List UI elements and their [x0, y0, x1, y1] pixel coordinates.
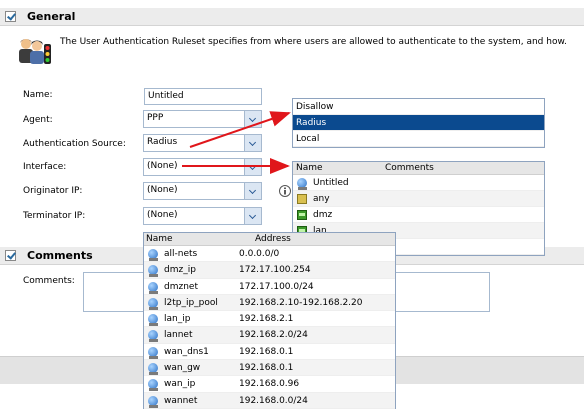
agent-label: Agent: — [23, 115, 53, 125]
address-object-icon — [148, 379, 158, 392]
collapse-check-icon[interactable] — [5, 250, 16, 261]
address-option-l2tp_ip_pool[interactable]: l2tp_ip_pool 192.168.2.10-192.168.2.20 — [144, 294, 395, 312]
column-header-name[interactable]: Name — [146, 233, 173, 246]
chevron-down-icon[interactable] — [244, 135, 261, 151]
auth-source-select[interactable]: Radius — [143, 134, 262, 152]
interface-option-untitled[interactable]: Untitled — [293, 175, 544, 191]
network-interface-icon — [297, 210, 307, 220]
interface-option-label: dmz — [313, 210, 333, 220]
address-object-icon — [148, 363, 158, 376]
general-section-header[interactable]: General — [0, 8, 584, 26]
address-object-icon — [148, 330, 158, 343]
address-option-name: wannet — [164, 395, 198, 406]
agent-select[interactable]: PPP — [143, 110, 262, 128]
address-object-icon — [148, 314, 158, 327]
auth-option-radius[interactable]: Radius — [293, 115, 544, 131]
address-option-wan_gw[interactable]: wan_gw 192.168.0.1 — [144, 360, 395, 377]
auth-source-label: Authentication Source: — [23, 139, 126, 149]
interface-option-any[interactable]: any — [293, 191, 544, 207]
address-option-wan_ip[interactable]: wan_ip 192.168.0.96 — [144, 376, 395, 393]
auth-source-options[interactable]: Disallow Radius Local — [292, 98, 545, 148]
address-option-lan_ip[interactable]: lan_ip 192.168.2.1 — [144, 311, 395, 328]
general-section-title: General — [27, 10, 76, 23]
address-option-name: l2tp_ip_pool — [164, 297, 218, 308]
users-rules-icon — [19, 39, 51, 64]
terminator-ip-label: Terminator IP: — [23, 211, 86, 221]
address-option-name: lan_ip — [164, 314, 191, 325]
auth-option-disallow[interactable]: Disallow — [293, 99, 544, 115]
interface-select[interactable]: (None) — [143, 158, 262, 176]
address-options[interactable]: Name Address all-nets 0.0.0.0/0 dmz_ip 172.… — [143, 232, 396, 409]
comments-label: Comments: — [23, 276, 75, 286]
auth-option-local[interactable]: Local — [293, 131, 544, 147]
address-option-name: all-nets — [164, 249, 198, 259]
name-input[interactable]: Untitled — [144, 88, 262, 105]
address-option-name: dmznet — [164, 281, 198, 292]
address-option-name: wan_dns1 — [164, 346, 209, 357]
address-option-name: wan_ip — [164, 379, 196, 390]
name-label: Name: — [23, 90, 53, 100]
scrollbar-icon[interactable] — [244, 208, 261, 224]
address-option-value: 192.168.0.1 — [239, 346, 294, 357]
originator-ip-value: (None) — [147, 185, 178, 195]
address-option-value: 192.168.2.10-192.168.2.20 — [239, 297, 363, 308]
chevron-down-icon[interactable] — [244, 111, 261, 127]
address-option-value: 192.168.0.1 — [239, 363, 294, 374]
originator-ip-label: Originator IP: — [23, 186, 83, 196]
comments-section-title: Comments — [27, 249, 93, 262]
interface-option-label: Untitled — [313, 178, 349, 188]
address-option-all-nets[interactable]: all-nets 0.0.0.0/0 — [144, 246, 395, 263]
info-icon — [279, 185, 291, 197]
address-option-lannet[interactable]: lannet 192.168.2.0/24 — [144, 327, 395, 344]
address-option-name: lannet — [164, 330, 193, 341]
address-option-value: 192.168.0.0/24 — [239, 395, 308, 406]
originator-ip-select[interactable]: (None) — [143, 182, 262, 200]
chevron-down-icon[interactable] — [244, 183, 261, 199]
address-option-name: wan_gw — [164, 363, 201, 374]
address-option-value: 172.17.100.0/24 — [239, 281, 314, 292]
address-object-icon — [148, 395, 158, 408]
address-object-icon — [148, 346, 158, 359]
address-option-wannet[interactable]: wannet 192.168.0.0/24 — [144, 392, 395, 409]
interface-option-label: any — [313, 194, 330, 204]
column-header-name[interactable]: Name — [296, 162, 323, 175]
terminator-ip-select[interactable]: (None) — [143, 207, 262, 225]
terminator-ip-value: (None) — [147, 210, 178, 220]
address-object-icon — [148, 281, 158, 294]
interface-option-dmz[interactable]: dmz — [293, 207, 544, 223]
address-option-value: 192.168.0.96 — [239, 379, 300, 390]
auth-source-value: Radius — [147, 137, 178, 147]
chevron-down-icon[interactable] — [244, 159, 261, 175]
column-header-comments[interactable]: Comments — [385, 162, 434, 175]
interface-group-icon — [297, 194, 307, 204]
address-object-icon — [297, 178, 307, 190]
collapse-check-icon[interactable] — [5, 11, 16, 22]
address-option-dmz_ip[interactable]: dmz_ip 172.17.100.254 — [144, 262, 395, 279]
column-header-address[interactable]: Address — [255, 233, 291, 246]
address-object-icon — [148, 265, 158, 278]
address-option-value: 0.0.0.0/0 — [239, 249, 280, 259]
address-option-value: 172.17.100.254 — [239, 265, 311, 276]
interface-value: (None) — [147, 161, 178, 171]
address-option-name: dmz_ip — [164, 265, 196, 276]
ruleset-description: The User Authentication Ruleset specifie… — [60, 37, 567, 47]
address-object-icon — [148, 249, 158, 261]
address-option-value: 192.168.2.0/24 — [239, 330, 308, 341]
address-object-icon — [148, 297, 158, 310]
agent-value: PPP — [147, 113, 164, 123]
address-option-dmznet[interactable]: dmznet 172.17.100.0/24 — [144, 279, 395, 295]
address-option-value: 192.168.2.1 — [239, 314, 294, 325]
address-option-wan_dns1[interactable]: wan_dns1 192.168.0.1 — [144, 344, 395, 361]
interface-label: Interface: — [23, 162, 67, 172]
